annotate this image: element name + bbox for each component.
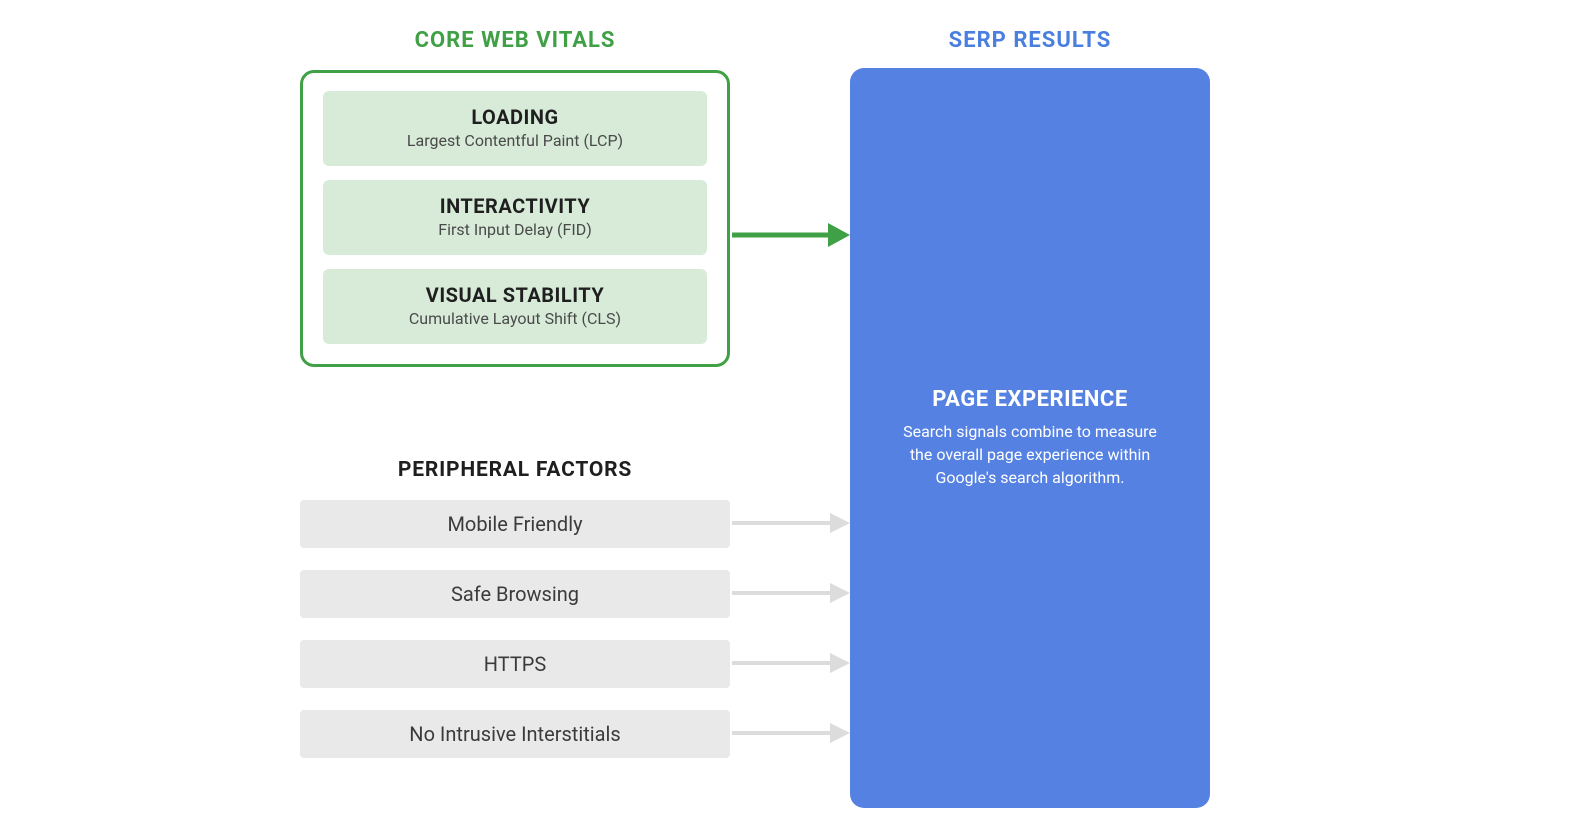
- core-web-vitals-title: CORE WEB VITALS: [300, 28, 730, 53]
- pf-item-no-intrusive-interstitials: No Intrusive Interstitials: [300, 710, 730, 758]
- pf-row: No Intrusive Interstitials: [300, 710, 730, 758]
- diagram-root: CORE WEB VITALS SERP RESULTS LOADING Lar…: [0, 0, 1570, 840]
- page-experience-heading: PAGE EXPERIENCE: [932, 387, 1127, 412]
- serp-results-title: SERP RESULTS: [850, 28, 1210, 53]
- cwv-item-interactivity: INTERACTIVITY First Input Delay (FID): [323, 180, 707, 255]
- pf-item-safe-browsing: Safe Browsing: [300, 570, 730, 618]
- pf-row: Safe Browsing: [300, 570, 730, 618]
- pf-row: HTTPS: [300, 640, 730, 688]
- page-experience-description: Search signals combine to measure the ov…: [890, 420, 1170, 490]
- cwv-item-subtitle: Largest Contentful Paint (LCP): [333, 131, 697, 150]
- arrow-right-icon: [732, 718, 850, 748]
- arrow-right-icon: [732, 648, 850, 678]
- arrow-right-icon: [732, 578, 850, 608]
- core-web-vitals-box: LOADING Largest Contentful Paint (LCP) I…: [300, 70, 730, 367]
- cwv-item-title: LOADING: [333, 105, 697, 129]
- cwv-item-title: INTERACTIVITY: [333, 194, 697, 218]
- arrow-right-icon: [732, 215, 850, 255]
- arrow-right-icon: [732, 508, 850, 538]
- cwv-item-subtitle: First Input Delay (FID): [333, 220, 697, 239]
- pf-item-mobile-friendly: Mobile Friendly: [300, 500, 730, 548]
- serp-results-panel: PAGE EXPERIENCE Search signals combine t…: [850, 68, 1210, 808]
- cwv-item-subtitle: Cumulative Layout Shift (CLS): [333, 309, 697, 328]
- peripheral-factors-title: PERIPHERAL FACTORS: [340, 458, 690, 482]
- cwv-item-title: VISUAL STABILITY: [333, 283, 697, 307]
- cwv-item-loading: LOADING Largest Contentful Paint (LCP): [323, 91, 707, 166]
- pf-item-https: HTTPS: [300, 640, 730, 688]
- peripheral-factors-list: Mobile Friendly Safe Browsing HTTPS No I…: [300, 500, 730, 758]
- cwv-item-visual-stability: VISUAL STABILITY Cumulative Layout Shift…: [323, 269, 707, 344]
- pf-row: Mobile Friendly: [300, 500, 730, 548]
